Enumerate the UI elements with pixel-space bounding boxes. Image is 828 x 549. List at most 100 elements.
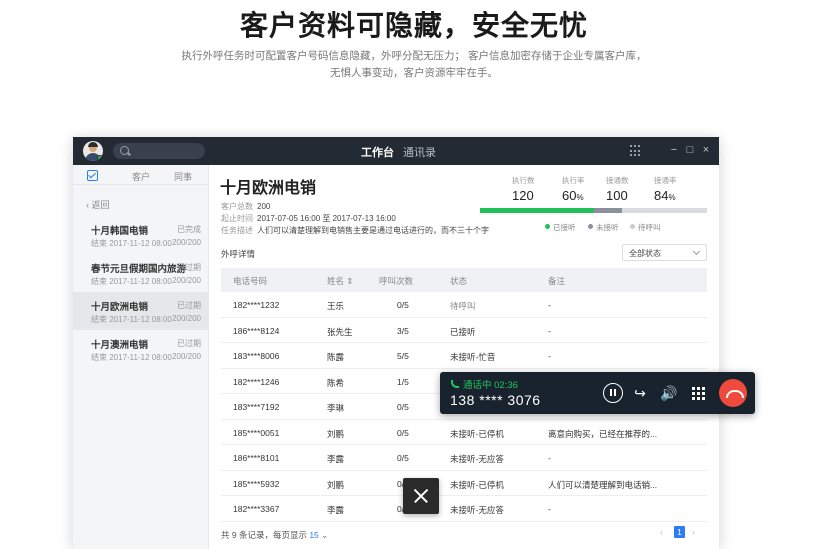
cell-status: 未接听-已停机 — [450, 479, 504, 490]
cell-name: 刘鹏 — [327, 479, 345, 490]
hero-description: 执行外呼任务时可配置客户号码信息隐藏，外呼分配无压力； 客户信息加密存储于企业专… — [181, 50, 647, 79]
cell-note: - — [548, 325, 551, 336]
online-status-dot — [97, 155, 103, 161]
cell-status: 未接听-无应答 — [450, 454, 504, 464]
progress-segment — [593, 208, 622, 213]
task-title: 十月欧洲电销 — [220, 180, 317, 197]
cell-name: 张先生 — [327, 326, 353, 337]
cell-name: 王乐 — [327, 301, 345, 311]
call-progress-bar — [480, 208, 707, 213]
cell-phone: 182****1232 — [233, 300, 280, 310]
cell-status: 未接听-已停机 — [450, 428, 504, 439]
task-detail-panel: 十月欧洲电销 客户总数 200 起止时间 2017-07-05 16:00 至 20… — [210, 165, 719, 549]
maximize-button[interactable]: □ — [684, 143, 696, 157]
customer-total: 客户总数 200 — [221, 202, 271, 211]
prev-page-button[interactable]: ‹ — [660, 527, 663, 537]
page-number-button[interactable]: 1 — [674, 526, 685, 538]
sidebar-item-task-active[interactable]: 十月欧洲电销 已过期 结束 2017-11-12 08:00 200/200 — [73, 292, 209, 330]
table-row[interactable]: 182****1232 王乐 0/5 待呼叫 - — [221, 292, 707, 318]
table-row[interactable]: 182****3367 李露 0/未接听-无应答 - — [221, 496, 707, 522]
active-call-bar: 通话中 02:36 138 **** 3076 ↪ 🔊 — [440, 372, 755, 414]
cell-status: 已接听 — [450, 326, 476, 337]
cell-note: - — [548, 300, 551, 310]
close-window-button[interactable]: × — [700, 143, 712, 157]
cell-phone: 186****8124 — [233, 325, 280, 336]
phone-icon — [451, 380, 459, 388]
sidebar-item-task[interactable]: 十月韩国电销 已完成 结束 2017-11-12 08:00 200/200 — [73, 216, 209, 254]
sidebar-tab-customers[interactable]: 客户 — [132, 170, 150, 183]
minimize-button[interactable]: − — [668, 143, 680, 157]
sidebar-item-task[interactable]: 十月澳洲电销 已过期 结束 2017-11-12 08:00 200/200 — [73, 330, 209, 368]
cell-name: 陈希 — [327, 377, 345, 388]
grid-icon[interactable] — [630, 145, 642, 157]
user-avatar[interactable] — [83, 141, 103, 161]
cell-name: 李琳 — [327, 403, 345, 413]
progress-segment — [621, 208, 707, 213]
cell-note: - — [548, 351, 551, 361]
section-title: 外呼详情 — [221, 249, 256, 259]
sidebar-tabs: 客户 同事 — [73, 165, 209, 185]
cell-status: 未接听-忙音 — [450, 352, 496, 362]
sidebar-tab-colleagues[interactable]: 同事 — [174, 170, 192, 183]
back-link[interactable]: ‹ 返回 — [86, 198, 110, 211]
task-check-icon[interactable] — [87, 170, 98, 181]
table-row[interactable]: 186****8101 李露 0/5 未接听-无应答 - — [221, 445, 707, 471]
chevron-down-icon — [692, 247, 701, 256]
cell-phone: 185****0051 — [233, 427, 280, 438]
cell-note: 离意向购买，已经在推荐的... — [548, 428, 658, 439]
sort-by-name[interactable]: 姓名 ⇕ — [327, 275, 353, 287]
cell-phone: 183****8006 — [233, 351, 280, 361]
sidebar-item-task[interactable]: 春节元旦假期国内旅游 已过期 结束 2017-11-12 08:00 200/2… — [73, 254, 209, 292]
cell-phone: 182****1246 — [233, 376, 280, 387]
legend-unanswered: 未接听 — [588, 222, 619, 233]
hangup-button[interactable] — [719, 379, 747, 407]
cell-note: - — [548, 504, 551, 514]
cell-calls: 0/5 — [397, 453, 409, 463]
status-filter-select[interactable]: 全部状态 — [622, 244, 707, 261]
legend-answered: 已接听 — [545, 222, 576, 233]
search-input[interactable] — [113, 143, 205, 159]
sidebar: 客户 同事 ‹ 返回 十月韩国电销 已完成 结束 2017-11-12 08:0… — [73, 165, 209, 549]
cell-note: - — [548, 453, 551, 463]
hero-title: 客户资料可隐藏，安全无忧 — [239, 10, 588, 41]
volume-icon[interactable]: 🔊 — [659, 383, 679, 403]
table-row[interactable]: 185****5932 刘鹏 0/未接听-已停机 人们可以清楚理解到电话销... — [221, 471, 707, 496]
search-icon — [120, 146, 129, 155]
next-page-button[interactable]: › — [692, 527, 695, 537]
cell-name: 李露 — [327, 505, 345, 515]
tab-contacts[interactable]: 通讯录 — [403, 144, 436, 160]
table-header: 电话号码 姓名 ⇕ 呼叫次数 状态 备注 — [221, 268, 707, 292]
app-window: 工作台 通讯录 − □ × 客户 同事 ‹ 返回 十月韩国电销 已完成 结束 2… — [73, 137, 719, 549]
close-overlay-button[interactable] — [403, 478, 439, 514]
task-period: 起止时间 2017-07-05 16:00 至 2017-07-13 16:00 — [221, 214, 396, 223]
cell-calls: 5/5 — [397, 351, 409, 361]
stat-connection-rate: 接通率 84% — [654, 176, 677, 203]
cell-calls: 0/5 — [397, 300, 409, 310]
keypad-icon[interactable] — [692, 387, 705, 400]
task-description: 任务描述 人们可以清楚理解到电销售主要是通过电话进行的，而不三十个字 — [221, 226, 489, 235]
table-row[interactable]: 186****8124 张先生 3/5 已接听 - — [221, 318, 707, 343]
cell-phone: 183****7192 — [233, 402, 280, 412]
call-status: 通话中 02:36 — [451, 377, 518, 391]
progress-segment — [480, 208, 594, 213]
table-row[interactable]: 183****8006 陈露 5/5 未接听-忙音 - — [221, 343, 707, 369]
cell-name: 陈露 — [327, 352, 345, 362]
pause-icon[interactable] — [603, 383, 623, 403]
table-row[interactable]: 185****0051 刘鹏 0/5 未接听-已停机 离意向购买，已经在推荐的... — [221, 420, 707, 445]
cell-name: 李露 — [327, 454, 345, 464]
page-size-select[interactable]: 15 — [309, 530, 318, 540]
transfer-icon[interactable]: ↪ — [630, 383, 650, 403]
cell-phone: 182****3367 — [233, 504, 280, 514]
top-bar: 工作台 通讯录 − □ × — [73, 137, 719, 165]
cell-calls: 3/5 — [397, 325, 409, 336]
legend-pending: 待呼叫 — [630, 222, 661, 233]
call-number: 138 **** 3076 — [450, 392, 541, 408]
cell-phone: 185****5932 — [233, 478, 280, 489]
tab-workbench[interactable]: 工作台 — [361, 144, 394, 160]
cell-status: 待呼叫 — [450, 301, 476, 311]
cell-name: 刘鹏 — [327, 428, 345, 439]
pagination-summary: 共 9 条记录，每页显示 15 ⌄ — [221, 530, 329, 540]
cell-phone: 186****8101 — [233, 453, 280, 463]
cell-calls: 0/5 — [397, 402, 409, 412]
cell-calls: 1/5 — [397, 376, 409, 387]
